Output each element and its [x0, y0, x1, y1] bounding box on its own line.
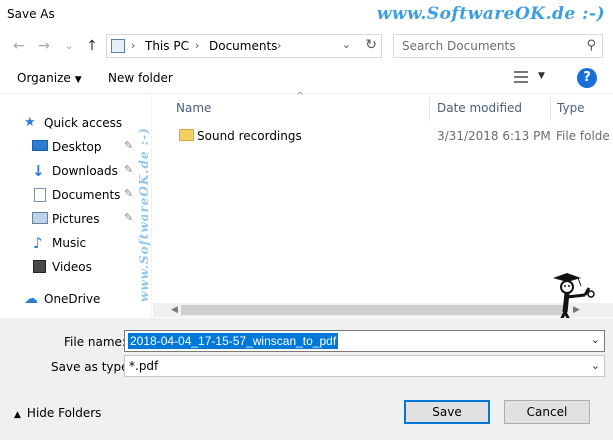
- recent-locations-icon[interactable]: ⌄: [58, 35, 80, 57]
- column-divider[interactable]: [429, 97, 430, 121]
- file-name-field[interactable]: 2018-04-04_17-15-57_winscan_to_pdf ⌄: [124, 330, 605, 352]
- chevron-down-icon[interactable]: ⌄: [591, 359, 600, 372]
- cloud-icon: ☁: [24, 291, 38, 307]
- hide-folders-label: Hide Folders: [26, 406, 102, 420]
- sidebar-item-label: Documents: [52, 188, 121, 202]
- caret-down-icon: ▼: [74, 75, 82, 85]
- up-arrow-icon[interactable]: ↑: [81, 35, 103, 57]
- breadcrumb-separator[interactable]: ›: [277, 39, 281, 52]
- hide-folders-button[interactable]: ▲ Hide Folders: [14, 406, 101, 420]
- sidebar-item-label: OneDrive: [44, 292, 101, 306]
- search-icon: ⚲: [586, 38, 596, 53]
- sort-ascending-icon: ^: [296, 91, 305, 102]
- pin-icon: ✎: [124, 211, 134, 224]
- navigation-pane: ★ Quick access Desktop ✎ ↓ Downloads ✎ D…: [0, 95, 152, 317]
- music-icon: ♪: [33, 234, 43, 252]
- pin-icon: ✎: [124, 139, 134, 152]
- cancel-button[interactable]: Cancel: [504, 400, 590, 424]
- save-as-type-select[interactable]: *.pdf ⌄: [124, 355, 605, 377]
- new-folder-button[interactable]: New folder: [108, 71, 173, 85]
- list-item[interactable]: Sound recordings 3/31/2018 6:13 PM File …: [173, 126, 613, 148]
- sidebar-item-music[interactable]: ♪ Music: [0, 232, 152, 254]
- scrollbar-thumb[interactable]: [181, 305, 563, 315]
- file-name-label: File name:: [64, 335, 126, 349]
- side-watermark-text: www.SoftwareOK.de :-): [137, 127, 151, 302]
- item-name: Sound recordings: [197, 129, 302, 143]
- sidebar-item-label: Music: [52, 236, 87, 250]
- sidebar-item-label: Downloads: [52, 164, 118, 178]
- video-icon: [33, 260, 46, 273]
- download-icon: ↓: [32, 162, 45, 180]
- window-title: Save As: [7, 7, 55, 21]
- navigation-bar: ← → ⌄ ↑ › This PC › Documents › ⌄ ↻ Sear…: [0, 30, 613, 62]
- sidebar-item-label: Desktop: [52, 140, 102, 154]
- caret-up-icon: ▲: [14, 410, 21, 420]
- star-icon: ★: [24, 115, 36, 130]
- pin-icon: ✎: [124, 187, 134, 200]
- breadcrumb-separator: ›: [195, 39, 200, 52]
- sidebar-item-downloads[interactable]: ↓ Downloads ✎: [0, 160, 152, 182]
- title-bar: Save As www.SoftwareOK.de :-): [0, 0, 613, 30]
- save-as-type-label: Save as type:: [51, 360, 133, 374]
- sidebar-item-label: Videos: [52, 260, 92, 274]
- view-options-caret-icon[interactable]: ▼: [538, 71, 545, 81]
- refresh-icon[interactable]: ↻: [365, 37, 377, 53]
- save-as-type-value: *.pdf: [129, 359, 159, 373]
- back-arrow-icon[interactable]: ←: [8, 35, 30, 57]
- item-type: File folde: [556, 129, 610, 143]
- watermark-text: www.SoftwareOK.de :-): [376, 4, 605, 24]
- sidebar-item-pictures[interactable]: Pictures ✎: [0, 208, 152, 230]
- organize-button[interactable]: Organize ▼: [17, 71, 82, 85]
- sidebar-item-videos[interactable]: Videos: [0, 256, 152, 278]
- column-divider[interactable]: [550, 97, 551, 121]
- column-header-date-modified[interactable]: Date modified: [437, 101, 522, 115]
- document-icon: [34, 188, 46, 202]
- sidebar-item-label: Pictures: [52, 212, 100, 226]
- scroll-left-icon[interactable]: ◀: [171, 303, 178, 317]
- sidebar-item-desktop[interactable]: Desktop ✎: [0, 136, 152, 158]
- chevron-down-icon[interactable]: ⌄: [591, 333, 600, 346]
- breadcrumb-separator: ›: [131, 39, 136, 52]
- breadcrumb-this-pc[interactable]: This PC: [145, 39, 189, 53]
- search-input[interactable]: Search Documents ⚲: [393, 34, 603, 58]
- forward-arrow-icon[interactable]: →: [33, 35, 55, 57]
- side-watermark: www.SoftwareOK.de :-): [136, 108, 152, 303]
- breadcrumb-documents[interactable]: Documents: [209, 39, 277, 53]
- sidebar-item-onedrive[interactable]: ☁ OneDrive: [0, 288, 152, 310]
- sidebar-item-label: Quick access: [44, 116, 123, 130]
- save-button[interactable]: Save: [404, 400, 490, 424]
- file-list: ^ Name Date modified Type Sound recordin…: [153, 91, 613, 317]
- help-button[interactable]: ?: [577, 68, 597, 88]
- organize-label: Organize: [17, 71, 71, 85]
- address-dropdown-icon[interactable]: ⌄: [342, 38, 351, 51]
- picture-icon: [32, 212, 48, 224]
- pin-icon: ✎: [124, 163, 134, 176]
- desktop-icon: [32, 140, 48, 151]
- column-header-name[interactable]: Name: [176, 101, 211, 115]
- sidebar-item-quick-access[interactable]: ★ Quick access: [0, 112, 152, 134]
- search-placeholder: Search Documents: [402, 39, 516, 53]
- file-name-value[interactable]: 2018-04-04_17-15-57_winscan_to_pdf: [128, 333, 339, 349]
- horizontal-scrollbar[interactable]: ◀ ▶: [153, 303, 613, 317]
- view-details-icon[interactable]: [514, 71, 528, 83]
- this-pc-icon: [111, 39, 125, 53]
- folder-icon: [179, 129, 194, 141]
- column-header-type[interactable]: Type: [557, 101, 585, 115]
- address-bar[interactable]: › This PC › Documents › ⌄ ↻: [106, 34, 382, 58]
- sidebar-item-documents[interactable]: Documents ✎: [0, 184, 152, 206]
- command-toolbar: Organize ▼ New folder ▼ ?: [0, 62, 613, 94]
- item-date: 3/31/2018 6:13 PM: [437, 129, 551, 143]
- save-form-panel: File name: 2018-04-04_17-15-57_winscan_t…: [0, 318, 613, 440]
